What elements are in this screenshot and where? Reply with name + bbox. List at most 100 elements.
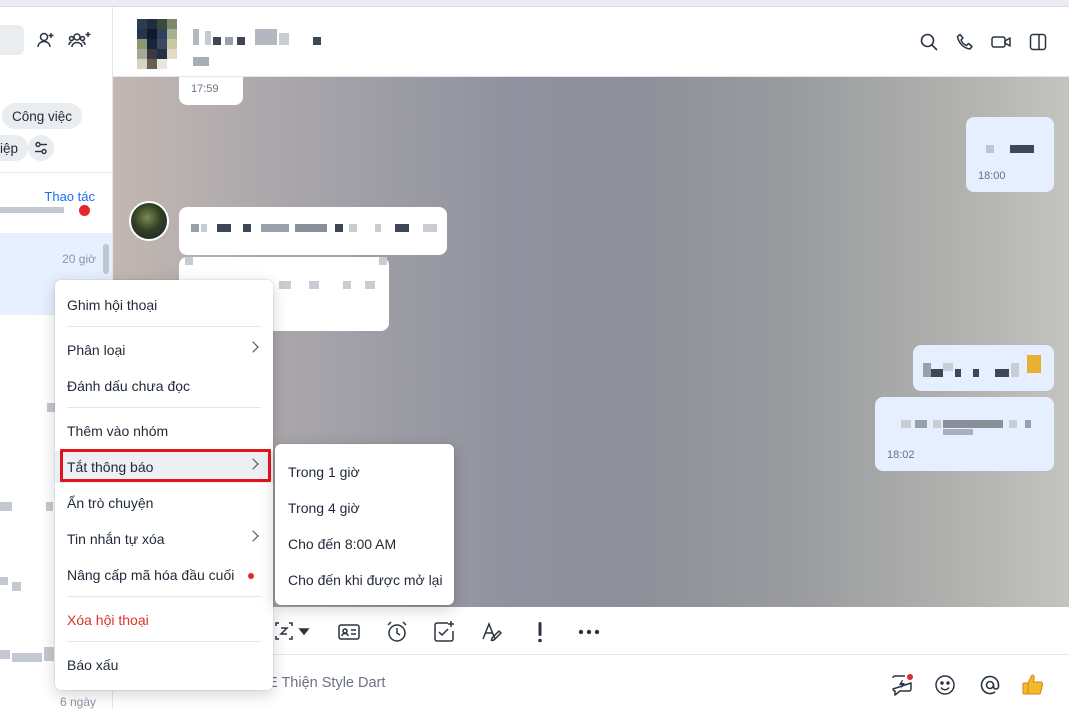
task-checkbox-icon xyxy=(434,621,454,642)
more-horizontal-icon xyxy=(578,629,600,635)
actions-link[interactable]: Thao tác xyxy=(44,189,95,204)
conversation-preview-blur xyxy=(44,647,54,661)
message-text-blur xyxy=(915,420,927,428)
message-text-blur xyxy=(375,224,381,232)
mention-button[interactable] xyxy=(977,672,1003,698)
message-text-blur xyxy=(191,224,199,232)
reminder-button[interactable] xyxy=(384,619,410,645)
create-group-button[interactable] xyxy=(67,27,93,53)
message-text-blur xyxy=(335,224,343,232)
menu-item-delete-conversation[interactable]: Xóa hội thoại xyxy=(55,604,273,636)
message-text-blur xyxy=(295,224,327,232)
message-text-blur xyxy=(995,369,1009,377)
chevron-right-icon xyxy=(247,458,259,470)
menu-item-label: Tin nhắn tự xóa xyxy=(67,531,165,547)
quick-message-button[interactable] xyxy=(889,672,915,698)
video-call-button[interactable] xyxy=(989,30,1013,54)
menu-item-report[interactable]: Báo xấu xyxy=(55,649,273,681)
filter-settings-button[interactable] xyxy=(28,135,54,161)
menu-item-label: Xóa hội thoại xyxy=(67,612,149,628)
mute-option-until-8am[interactable]: Cho đến 8:00 AM xyxy=(275,528,454,560)
menu-item-classify[interactable]: Phân loại xyxy=(55,334,273,366)
sticker-emoji-blur xyxy=(1027,355,1041,373)
sidebar-scrollbar[interactable] xyxy=(103,244,109,274)
phone-icon xyxy=(956,33,973,50)
exclamation-icon xyxy=(538,622,542,643)
message-bubble[interactable]: 17:59 xyxy=(179,77,243,105)
mute-option-1-hour[interactable]: Trong 1 giờ xyxy=(275,456,454,488)
message-text-blur xyxy=(279,281,291,289)
menu-item-label: Tắt thông báo xyxy=(67,459,154,475)
conversation-preview-blur xyxy=(0,650,10,659)
contact-name-blur xyxy=(255,29,277,45)
menu-item-add-to-group[interactable]: Thêm vào nhóm xyxy=(55,415,273,447)
message-input[interactable]: E Thiện Style Dart xyxy=(268,675,385,691)
quick-message-icon xyxy=(892,674,913,696)
mark-important-button[interactable] xyxy=(527,619,553,645)
contact-avatar[interactable] xyxy=(137,19,177,69)
message-bubble[interactable] xyxy=(179,207,447,255)
message-bubble-sent[interactable]: 18:00 xyxy=(966,117,1054,192)
text-format-button[interactable] xyxy=(479,619,505,645)
screenshot-button[interactable] xyxy=(273,619,315,645)
message-time: 18:02 xyxy=(887,449,915,461)
menu-item-mute-notifications[interactable]: Tắt thông báo xyxy=(55,451,273,483)
new-feature-dot xyxy=(248,573,254,579)
conversation-preview-blur xyxy=(0,502,12,511)
message-text-blur xyxy=(933,420,941,428)
unread-badge xyxy=(79,205,90,216)
message-text-blur xyxy=(261,224,289,232)
message-text-blur xyxy=(1025,420,1031,428)
conversation-time: 6 ngày xyxy=(59,695,96,709)
voice-call-button[interactable] xyxy=(953,30,977,54)
message-text-blur xyxy=(185,257,193,265)
message-text-blur xyxy=(931,369,943,377)
filter-chip-partial[interactable]: iệp xyxy=(0,135,29,161)
filter-settings-icon xyxy=(35,141,47,155)
menu-item-pin-conversation[interactable]: Ghim hội thoại xyxy=(55,289,273,321)
emoji-button[interactable] xyxy=(932,672,958,698)
menu-item-label: Báo xấu xyxy=(67,657,119,673)
menu-item-upgrade-e2e-encryption[interactable]: Nâng cấp mã hóa đầu cuối xyxy=(55,559,273,591)
menu-item-label: Đánh dấu chưa đọc xyxy=(67,378,191,394)
conversation-preview-blur xyxy=(47,403,55,412)
message-text-blur xyxy=(943,429,973,435)
conversation-preview-blur xyxy=(12,582,21,591)
message-bubble-sent[interactable] xyxy=(913,345,1054,391)
message-text-blur xyxy=(201,224,207,232)
send-like-button[interactable] xyxy=(1020,672,1046,698)
message-text-blur xyxy=(395,224,409,232)
mute-duration-submenu: Trong 1 giờ Trong 4 giờ Cho đến 8:00 AM … xyxy=(275,444,454,605)
menu-item-mark-unread[interactable]: Đánh dấu chưa đọc xyxy=(55,370,273,402)
message-time: 18:00 xyxy=(978,170,1006,182)
menu-item-self-destruct-messages[interactable]: Tin nhắn tự xóa xyxy=(55,523,273,555)
chevron-right-icon xyxy=(247,341,259,353)
more-options-button[interactable] xyxy=(576,619,602,645)
toggle-info-panel-button[interactable] xyxy=(1026,30,1050,54)
message-bubble-sent[interactable]: 18:02 xyxy=(875,397,1054,471)
mute-option-until-reopened[interactable]: Cho đến khi được mở lại xyxy=(275,564,454,596)
contact-name-blur xyxy=(313,37,321,45)
contact-name-blur xyxy=(237,37,245,45)
assign-task-button[interactable] xyxy=(431,619,457,645)
search-in-chat-button[interactable] xyxy=(917,30,941,54)
menu-separator xyxy=(67,641,261,642)
create-group-icon xyxy=(68,32,91,48)
message-text-blur xyxy=(955,369,961,377)
add-friend-button[interactable] xyxy=(33,27,59,53)
contact-name-blur xyxy=(193,29,199,45)
submenu-item-label: Cho đến 8:00 AM xyxy=(288,536,397,552)
conversation-preview-blur xyxy=(0,207,64,213)
search-input[interactable] xyxy=(0,25,24,55)
at-sign-icon xyxy=(980,675,1000,695)
menu-separator xyxy=(67,596,261,597)
sender-avatar[interactable] xyxy=(129,201,169,241)
message-text-blur xyxy=(986,145,994,153)
video-camera-icon xyxy=(991,36,1011,48)
text-format-icon xyxy=(482,621,502,642)
send-contact-card-button[interactable] xyxy=(336,619,362,645)
menu-item-hide-chat[interactable]: Ẩn trò chuyện xyxy=(55,487,273,519)
filter-chip-work[interactable]: Công việc xyxy=(2,103,83,129)
mute-option-4-hours[interactable]: Trong 4 giờ xyxy=(275,492,454,524)
conversation-time: 20 giờ xyxy=(62,252,96,266)
